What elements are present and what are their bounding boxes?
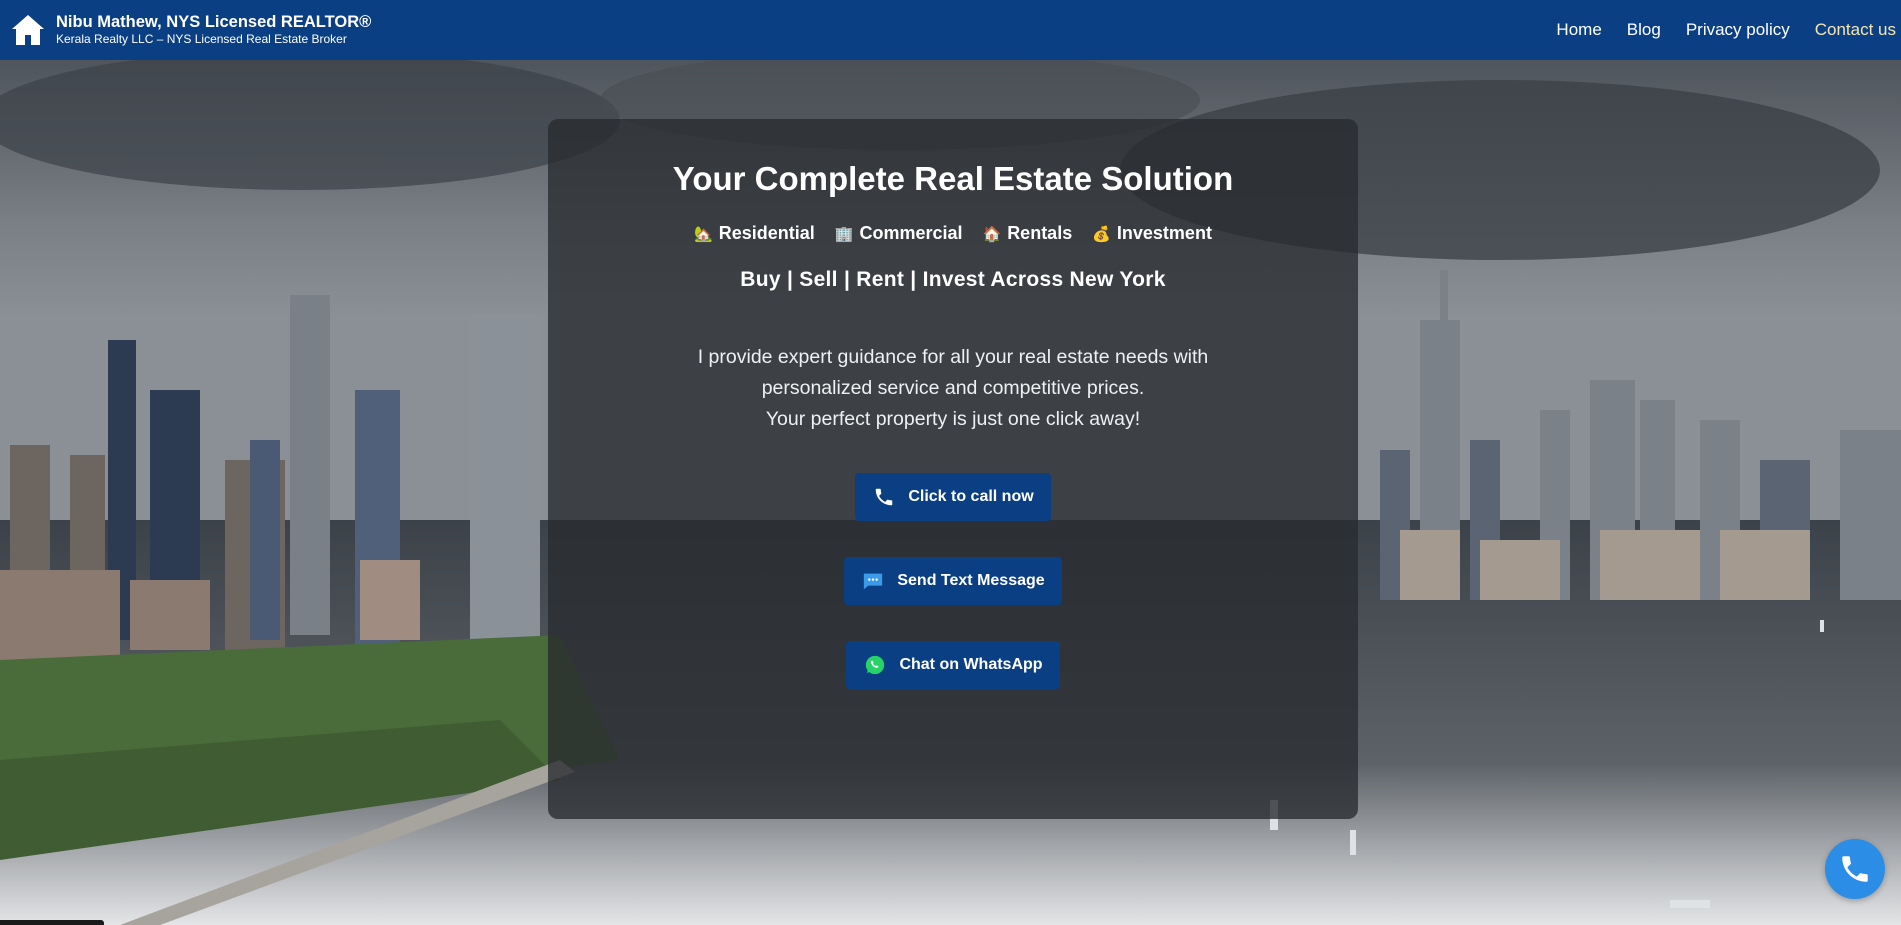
description-line: personalized service and competitive pri… [761, 377, 1145, 399]
description-line: I provide expert guidance for all your r… [697, 346, 1209, 368]
house-icon: 🏡 [694, 225, 713, 243]
whatsapp-chat-label: Chat on WhatsApp [899, 656, 1043, 673]
site-header: Nibu Mathew, NYS Licensed REALTOR® Keral… [0, 0, 1901, 60]
category-investment: 💰 Investment [1092, 223, 1212, 244]
whatsapp-icon [863, 653, 887, 677]
home-icon [12, 15, 44, 45]
home-icon: 🏠 [982, 225, 1002, 243]
hero-card: Your Complete Real Estate Solution 🏡 Res… [548, 119, 1358, 819]
message-icon [861, 569, 885, 593]
nav-privacy-policy[interactable]: Privacy policy [1686, 20, 1790, 40]
brand-tagline: Kerala Realty LLC – NYS Licensed Real Es… [56, 32, 347, 46]
brand-name: Nibu Mathew, NYS Licensed REALTOR® [56, 13, 372, 31]
category-residential: 🏡 Residential [694, 223, 815, 244]
call-now-button[interactable]: Click to call now [855, 473, 1051, 521]
whatsapp-chat-button[interactable]: Chat on WhatsApp [846, 641, 1060, 689]
corner-bar [0, 920, 104, 925]
hero-tagline: Buy | Sell | Rent | Invest Across New Yo… [740, 268, 1166, 291]
category-label: Rentals [1007, 223, 1073, 243]
send-text-button[interactable]: Send Text Message [844, 557, 1062, 605]
hero-title: Your Complete Real Estate Solution [672, 160, 1234, 197]
contact-buttons: Click to call now Send Text Message Chat… [548, 473, 1358, 689]
money-bag-icon: 💰 [1092, 225, 1111, 243]
main-nav: Home Blog Privacy policy Contact us [1531, 20, 1901, 40]
category-label: Residential [718, 223, 815, 243]
phone-icon [872, 485, 896, 509]
hero-description: I provide expert guidance for all your r… [548, 342, 1358, 435]
category-commercial: 🏢 Commercial [835, 223, 963, 244]
phone-icon [1842, 856, 1868, 882]
category-list: 🏡 Residential 🏢 Commercial 🏠 Rentals 💰 I… [548, 223, 1358, 244]
send-text-label: Send Text Message [897, 572, 1045, 589]
nav-blog[interactable]: Blog [1627, 20, 1661, 40]
category-label: Commercial [859, 223, 963, 243]
nav-home[interactable]: Home [1556, 20, 1601, 40]
call-now-label: Click to call now [908, 488, 1034, 505]
category-rentals: 🏠 Rentals [983, 223, 1073, 244]
floating-call-button[interactable] [1825, 839, 1885, 899]
office-building-icon: 🏢 [834, 225, 854, 243]
description-line: Your perfect property is just one click … [765, 408, 1141, 430]
brand[interactable]: Nibu Mathew, NYS Licensed REALTOR® Keral… [0, 12, 371, 48]
nav-contact-us[interactable]: Contact us [1815, 20, 1896, 40]
category-label: Investment [1116, 223, 1212, 243]
